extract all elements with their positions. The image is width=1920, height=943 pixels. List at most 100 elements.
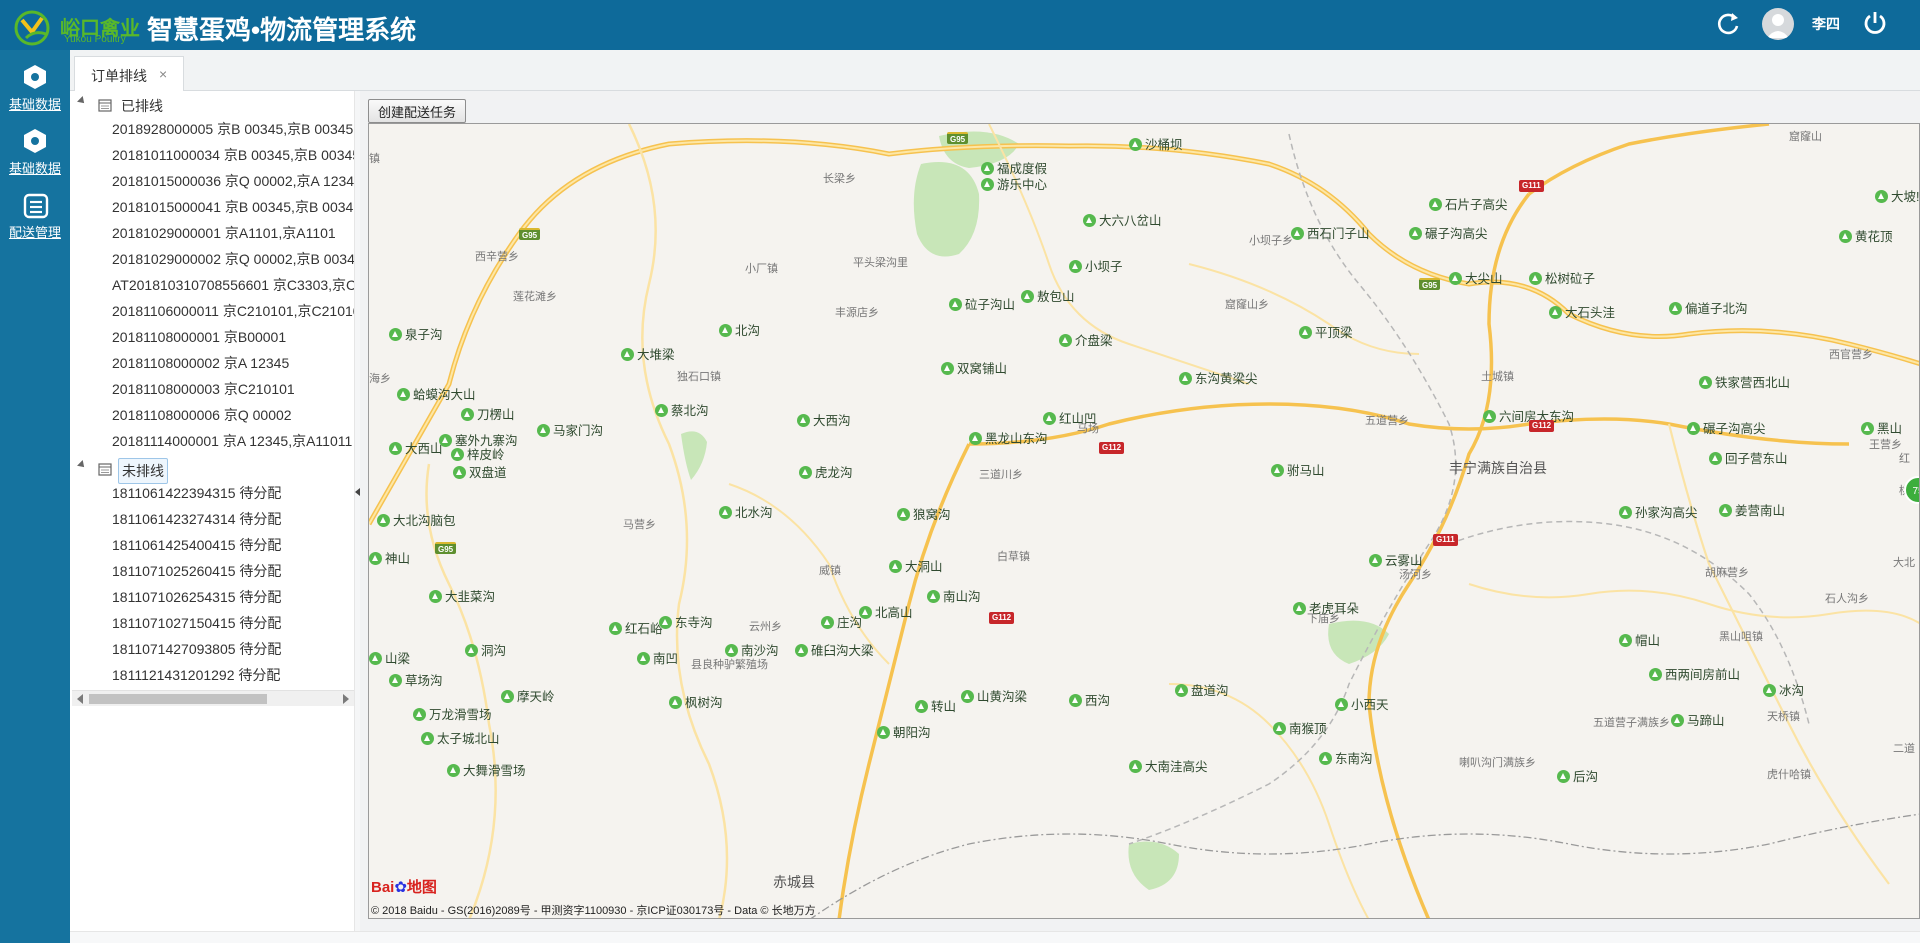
map-poi[interactable]: 双盘道 bbox=[453, 462, 507, 481]
map-poi[interactable]: 西石门子山 bbox=[1291, 223, 1370, 242]
map-poi[interactable]: 大西沟 bbox=[797, 410, 851, 429]
map-poi[interactable]: 大南洼高尖 bbox=[1129, 756, 1208, 775]
map-poi[interactable]: 大石头洼 bbox=[1549, 302, 1615, 321]
map-poi[interactable]: 大坡! bbox=[1875, 186, 1919, 205]
map-poi[interactable]: 马蹄山 bbox=[1671, 710, 1725, 729]
tree-item[interactable]: 1811121431201292 待分配 bbox=[112, 663, 354, 687]
user-name[interactable]: 李四 bbox=[1812, 14, 1840, 34]
map-poi[interactable]: 冰沟 bbox=[1763, 680, 1804, 699]
map-poi[interactable]: 太子城北山 bbox=[421, 728, 500, 747]
map-poi[interactable]: 姜营南山 bbox=[1719, 500, 1785, 519]
expand-toggle-icon[interactable] bbox=[77, 460, 87, 470]
map-poi[interactable]: 东南沟 bbox=[1319, 748, 1373, 767]
map-poi[interactable]: 马家门沟 bbox=[537, 420, 603, 439]
map-poi[interactable]: 转山 bbox=[915, 696, 956, 715]
map-poi[interactable]: 北水沟 bbox=[719, 502, 773, 521]
scrollbar-thumb[interactable] bbox=[89, 694, 267, 704]
tree-item[interactable]: AT201810310708556601 京C3303,京C3303 bbox=[112, 273, 354, 297]
tree-item[interactable]: 20181108000001 京B00001 bbox=[112, 325, 354, 349]
map-poi[interactable]: 大北沟脑包 bbox=[377, 510, 456, 529]
map-poi[interactable]: 驸马山 bbox=[1271, 460, 1325, 479]
map-poi[interactable]: 梓皮岭 bbox=[451, 444, 505, 463]
map-poi[interactable]: 黑山 bbox=[1861, 418, 1902, 437]
tree-item[interactable]: 20181106000011 京C210101,京C210101 bbox=[112, 299, 354, 323]
map-poi[interactable]: 碾子沟高尖 bbox=[1409, 223, 1488, 242]
tree-item[interactable]: 1811071025260415 待分配 bbox=[112, 559, 354, 583]
baidu-map[interactable]: 福成度假 游乐中心 沙桶坝 大六八岔山 小坝子 石片子高尖 西石门子山 碾子沟高尖 大尖山 松树砬… bbox=[368, 123, 1920, 919]
map-poi[interactable]: 南猴顶 bbox=[1273, 718, 1327, 737]
map-poi[interactable]: 游乐中心 bbox=[981, 174, 1047, 193]
map-poi[interactable]: 小西天 bbox=[1335, 694, 1389, 713]
map-poi[interactable]: 双窝铺山 bbox=[941, 358, 1007, 377]
tree-item[interactable]: 20181015000041 京B 00345,京B 00345 bbox=[112, 195, 354, 219]
map-poi[interactable]: 神山 bbox=[369, 548, 410, 567]
refresh-button[interactable] bbox=[1713, 9, 1743, 39]
map-poi[interactable]: 孙家沟高尖 bbox=[1619, 502, 1698, 521]
map-poi[interactable]: 狼窝沟 bbox=[897, 504, 951, 523]
map-poi[interactable]: 大西山 bbox=[389, 438, 443, 457]
map-poi[interactable]: 东寺沟 bbox=[659, 612, 713, 631]
tab-order-routing[interactable]: 订单排线 × bbox=[74, 56, 184, 92]
map-poi[interactable]: 大尖山 bbox=[1449, 268, 1503, 287]
map-poi[interactable]: 铁家营西北山 bbox=[1699, 372, 1790, 391]
map-poi[interactable]: 南山沟 bbox=[927, 586, 981, 605]
map-poi[interactable]: 砬子沟山 bbox=[949, 294, 1015, 313]
map-poi[interactable]: 大韭菜沟 bbox=[429, 586, 495, 605]
map-poi[interactable]: 庄沟 bbox=[821, 612, 862, 631]
map-poi[interactable]: 洞沟 bbox=[465, 640, 506, 659]
map-poi[interactable]: 蛤蟆沟大山 bbox=[397, 384, 476, 403]
map-poi[interactable]: 大六八岔山 bbox=[1083, 210, 1162, 229]
map-poi[interactable]: 偏道子北沟 bbox=[1669, 298, 1748, 317]
map-poi[interactable]: 松树砬子 bbox=[1529, 268, 1595, 287]
map-poi[interactable]: 万龙滑雪场 bbox=[413, 704, 492, 723]
map-poi[interactable]: 蔡北沟 bbox=[655, 400, 709, 419]
tree-group-label[interactable]: 已排线 bbox=[118, 96, 166, 116]
tree-item[interactable]: 20181015000036 京Q 00002,京A 12345 bbox=[112, 169, 354, 193]
map-poi[interactable]: 大洞山 bbox=[889, 556, 943, 575]
tree-item[interactable]: 20181029000002 京Q 00002,京B 00345 bbox=[112, 247, 354, 271]
create-delivery-task-button[interactable]: 创建配送任务 bbox=[368, 99, 466, 123]
scroll-right-icon[interactable] bbox=[343, 694, 349, 704]
map-poi[interactable]: 碾子沟高尖 bbox=[1687, 418, 1766, 437]
tree-item[interactable]: 1811071427093805 待分配 bbox=[112, 637, 354, 661]
expand-toggle-icon[interactable] bbox=[77, 96, 87, 106]
map-poi[interactable]: 红石峪 bbox=[609, 618, 663, 637]
map-poi[interactable]: 山黄沟梁 bbox=[961, 686, 1027, 705]
tree-item[interactable]: 20181108000002 京A 12345 bbox=[112, 351, 354, 375]
map-poi[interactable]: 黄花顶 bbox=[1839, 226, 1893, 245]
map-poi[interactable]: 北高山 bbox=[859, 602, 913, 621]
close-icon[interactable]: × bbox=[159, 66, 167, 82]
map-poi[interactable]: 敖包山 bbox=[1021, 286, 1075, 305]
map-poi[interactable]: 刀楞山 bbox=[461, 404, 515, 423]
map-poi[interactable]: 西两间房前山 bbox=[1649, 664, 1740, 683]
scroll-left-icon[interactable] bbox=[77, 694, 83, 704]
map-poi[interactable]: 枫树沟 bbox=[669, 692, 723, 711]
map-poi[interactable]: 北沟 bbox=[719, 320, 760, 339]
map-poi[interactable]: 大堆梁 bbox=[621, 344, 675, 363]
map-poi[interactable]: 泉子沟 bbox=[389, 324, 443, 343]
tree-group[interactable]: 已排线 bbox=[72, 93, 354, 117]
tree-horizontal-scrollbar[interactable] bbox=[72, 690, 354, 706]
tree-item[interactable]: 20181011000034 京B 00345,京B 00345 bbox=[112, 143, 354, 167]
tree-item[interactable]: 1811061425400415 待分配 bbox=[112, 533, 354, 557]
map-poi[interactable]: 西沟 bbox=[1069, 690, 1110, 709]
tree-item[interactable]: 20181108000006 京Q 00002 bbox=[112, 403, 354, 427]
map-poi[interactable]: 后沟 bbox=[1557, 766, 1598, 785]
map-poi[interactable]: 黑龙山东沟 bbox=[969, 428, 1048, 447]
map-poi[interactable]: 沙桶坝 bbox=[1129, 134, 1183, 153]
tree-item[interactable]: 1811071026254315 待分配 bbox=[112, 585, 354, 609]
map-poi[interactable]: 山梁 bbox=[369, 648, 410, 667]
tree-item[interactable]: 20181114000001 京A 12345,京A11011 bbox=[112, 429, 354, 453]
map-poi[interactable]: 帽山 bbox=[1619, 630, 1660, 649]
sidebar-item-basic-data-2[interactable]: 基础数据 bbox=[0, 122, 70, 182]
tree-item[interactable]: 1811061423274314 待分配 bbox=[112, 507, 354, 531]
sidebar-item-delivery[interactable]: 配送管理 bbox=[0, 186, 70, 246]
map-poi[interactable]: 平顶梁 bbox=[1299, 322, 1353, 341]
map-poi[interactable]: 虎龙沟 bbox=[799, 462, 853, 481]
logout-button[interactable] bbox=[1860, 8, 1890, 38]
map-poi[interactable]: 朝阳沟 bbox=[877, 722, 931, 741]
map-poi[interactable]: 东沟黄梁尖 bbox=[1179, 368, 1258, 387]
tree-item[interactable]: 20181108000003 京C210101 bbox=[112, 377, 354, 401]
tree-group[interactable]: 未排线 bbox=[72, 457, 354, 484]
tree-item[interactable]: 20181029000001 京A1101,京A1101 bbox=[112, 221, 354, 245]
